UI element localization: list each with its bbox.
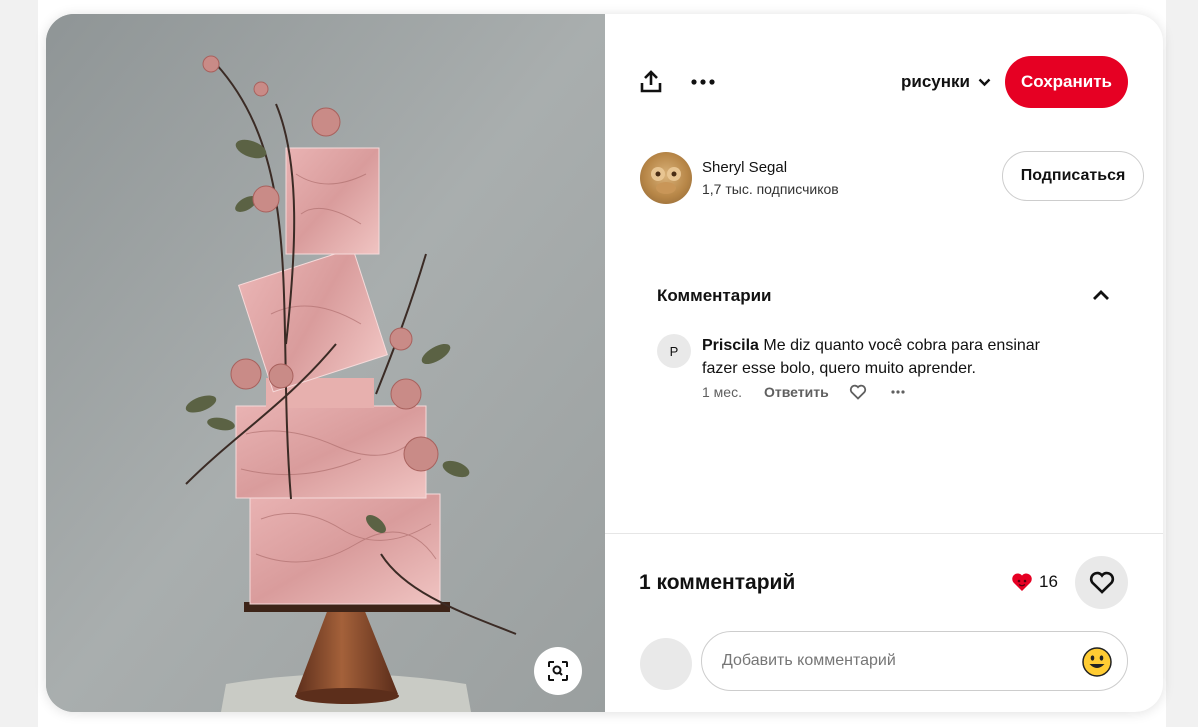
comment-more-button[interactable] [891, 390, 905, 394]
chevron-up-icon [1093, 289, 1109, 300]
commenter-name[interactable]: Priscila [702, 337, 759, 354]
more-options-button[interactable] [683, 62, 723, 102]
ellipsis-icon [691, 79, 715, 85]
pin-details-panel: рисунки Сохранить Sheryl Segal 1,7 тыс. … [605, 14, 1163, 712]
share-upload-icon [640, 70, 662, 93]
current-user-avatar[interactable] [640, 638, 692, 690]
author-name[interactable]: Sheryl Segal [702, 159, 787, 176]
avatar-image [651, 167, 681, 194]
cake-photo [46, 14, 605, 712]
comments-heading: Комментарии [657, 286, 772, 305]
add-comment-input[interactable] [701, 631, 1128, 691]
pin-image[interactable] [46, 14, 605, 712]
author-avatar[interactable] [640, 152, 692, 204]
react-button[interactable] [1075, 556, 1128, 609]
reaction-count[interactable]: 16 [1011, 572, 1058, 592]
board-selector[interactable]: рисунки [901, 72, 991, 92]
reaction-number: 16 [1039, 572, 1058, 591]
author-followers: 1,7 тыс. подписчиков [702, 181, 839, 197]
comment-body: Priscila Me diz quanto você cobra para e… [702, 334, 1052, 380]
comment-like-button[interactable] [849, 384, 867, 400]
board-name: рисунки [901, 72, 970, 91]
commenter-avatar[interactable]: P [657, 334, 691, 368]
heart-outline-icon [1089, 571, 1114, 594]
ellipsis-icon [891, 390, 905, 394]
chevron-down-icon [978, 78, 991, 86]
heart-outline-icon [849, 384, 866, 400]
collapse-comments-button[interactable] [1085, 279, 1117, 311]
pin-card: рисунки Сохранить Sheryl Segal 1,7 тыс. … [46, 14, 1163, 712]
smiley-emoji-icon [1082, 647, 1112, 677]
visual-search-button[interactable] [534, 647, 582, 695]
emoji-button[interactable] [1081, 646, 1113, 678]
divider [605, 533, 1163, 534]
comment-meta: 1 мес. Ответить [702, 384, 905, 400]
share-button[interactable] [631, 62, 671, 102]
reply-button[interactable]: Ответить [764, 384, 829, 400]
comment-count: 1 комментарий [639, 571, 796, 594]
heart-face-reaction-icon [1012, 573, 1032, 591]
lens-search-icon [548, 661, 568, 681]
follow-button[interactable]: Подписаться [1002, 151, 1144, 201]
save-button[interactable]: Сохранить [1005, 56, 1128, 108]
comment-time: 1 мес. [702, 384, 742, 400]
